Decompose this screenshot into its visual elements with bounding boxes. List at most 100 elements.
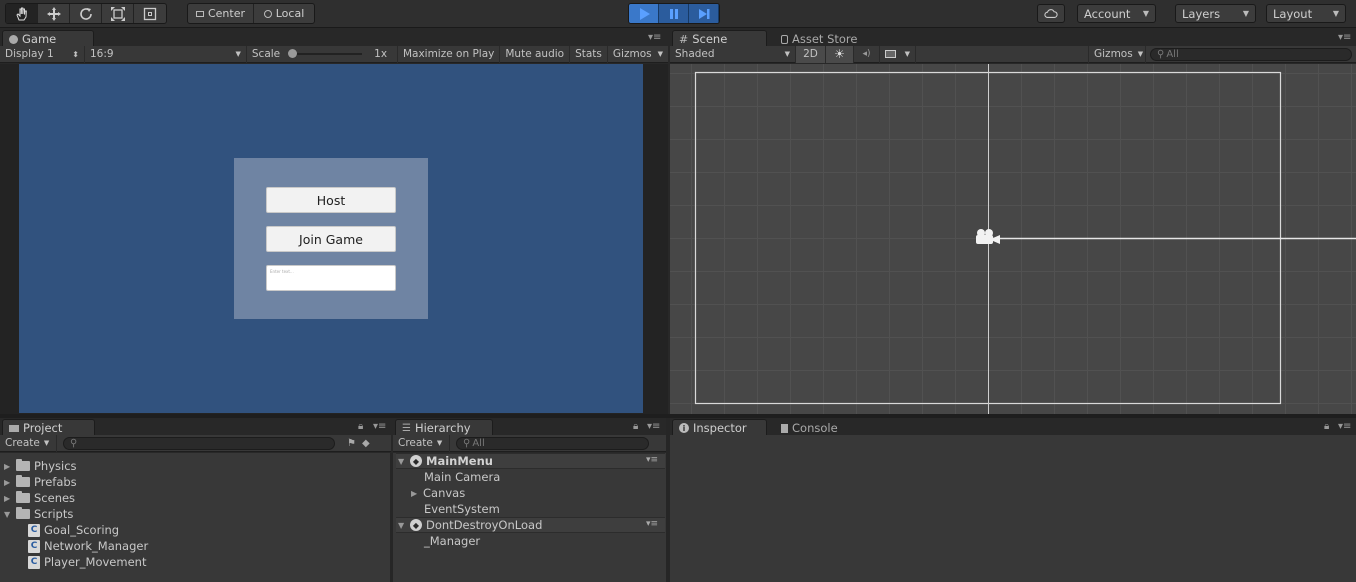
- step-button[interactable]: [689, 4, 719, 23]
- unity-scene-icon: ◆: [410, 519, 422, 531]
- tab-project[interactable]: Project: [2, 419, 95, 436]
- aspect-dropdown[interactable]: 16:9 ▼: [85, 45, 247, 63]
- project-create-dropdown[interactable]: Create ▼: [0, 434, 57, 452]
- project-script-item[interactable]: C Player_Movement: [28, 554, 146, 570]
- pane-menu-icon[interactable]: ▾≡: [373, 421, 386, 432]
- csharp-script-icon: C: [28, 539, 40, 553]
- shading-dropdown[interactable]: Shaded ▼: [670, 45, 796, 63]
- maximize-on-play-toggle[interactable]: Maximize on Play: [398, 45, 501, 63]
- hierarchy-scene-mainmenu[interactable]: ▼ ◆ MainMenu: [398, 453, 493, 469]
- pane-menu-icon[interactable]: ▾≡: [648, 32, 661, 43]
- lock-icon[interactable]: 🔒︎: [633, 421, 638, 432]
- hierarchy-search-placeholder: All: [472, 437, 485, 449]
- camera-gizmo-icon[interactable]: [976, 229, 1000, 244]
- expand-triangle-icon[interactable]: ▼: [398, 457, 406, 466]
- project-folder-item[interactable]: ▼ Scripts: [4, 506, 73, 522]
- display-label: Display 1: [5, 48, 54, 60]
- scene-search-input[interactable]: ⚲ All: [1150, 47, 1352, 61]
- play-button[interactable]: [629, 4, 659, 23]
- account-dropdown[interactable]: Account ▼: [1077, 4, 1156, 23]
- lock-icon[interactable]: 🔒︎: [1324, 421, 1329, 432]
- scene-menu-icon[interactable]: ▾≡: [646, 455, 658, 465]
- project-search-input[interactable]: ⚲: [63, 436, 335, 450]
- scene-name: DontDestroyOnLoad: [426, 518, 543, 532]
- collab-cloud-button[interactable]: [1037, 4, 1065, 23]
- lock-icon[interactable]: 🔒︎: [358, 421, 363, 432]
- project-folder-item[interactable]: ▶ Scenes: [4, 490, 75, 506]
- tab-hierarchy[interactable]: ☰ Hierarchy: [395, 419, 493, 436]
- inspector-body: [670, 435, 1356, 582]
- project-item-label: Player_Movement: [44, 555, 147, 569]
- filter-type-icon[interactable]: ⚑: [347, 438, 356, 449]
- expand-triangle-icon[interactable]: ▶: [411, 489, 419, 498]
- expand-triangle-icon[interactable]: ▼: [398, 521, 406, 530]
- pivot-local-button[interactable]: Local: [254, 4, 314, 23]
- csharp-script-icon: C: [28, 555, 40, 569]
- project-folder-item[interactable]: ▶ Prefabs: [4, 474, 77, 490]
- display-dropdown[interactable]: Display 1 ⬍: [0, 45, 85, 63]
- effects-dropdown[interactable]: ▼: [880, 45, 916, 63]
- hierarchy-item[interactable]: ▶ Canvas: [411, 485, 465, 501]
- scene-gizmos-dropdown[interactable]: Gizmos ▼: [1088, 45, 1146, 63]
- slider-thumb[interactable]: [288, 49, 298, 58]
- layers-dropdown[interactable]: Layers ▼: [1175, 4, 1256, 23]
- csharp-script-icon: C: [28, 523, 40, 537]
- expand-triangle-icon[interactable]: ▶: [4, 462, 12, 471]
- scene-view[interactable]: [670, 64, 1356, 414]
- tab-hierarchy-label: Hierarchy: [414, 421, 471, 435]
- rotate-tool-button[interactable]: [70, 4, 102, 23]
- gizmos-label: Gizmos: [612, 48, 652, 60]
- expand-triangle-icon[interactable]: ▼: [4, 510, 12, 519]
- hand-tool-button[interactable]: [6, 4, 38, 23]
- scene-view-toolbar: Shaded ▼ 2D ☀ ◂) ▼ Gizmos ▼ ⚲ All: [670, 45, 1356, 63]
- hierarchy-create-dropdown[interactable]: Create ▼: [393, 434, 450, 452]
- scale-tool-button[interactable]: [102, 4, 134, 23]
- scene-grid: [670, 64, 1356, 414]
- lighting-toggle[interactable]: ☀: [826, 45, 854, 63]
- game-controller-icon: [9, 34, 18, 44]
- layout-label: Layout: [1273, 6, 1313, 21]
- pane-menu-icon[interactable]: ▾≡: [647, 421, 660, 432]
- pane-menu-icon[interactable]: ▾≡: [1338, 421, 1351, 432]
- address-input[interactable]: Enter text...: [266, 265, 396, 291]
- pivot-center-button[interactable]: Center: [188, 4, 254, 23]
- hierarchy-item-label: _Manager: [424, 534, 481, 548]
- project-script-item[interactable]: C Goal_Scoring: [28, 522, 119, 538]
- rect-tool-button[interactable]: [134, 4, 166, 23]
- project-toolbar: Create ▼ ⚲ ⚑ ◆: [0, 434, 391, 452]
- hierarchy-item[interactable]: EventSystem: [424, 501, 500, 517]
- move-tool-button[interactable]: [38, 4, 70, 23]
- project-script-item[interactable]: C Network_Manager: [28, 538, 148, 554]
- project-item-label: Goal_Scoring: [44, 523, 120, 537]
- hierarchy-item[interactable]: Main Camera: [424, 469, 500, 485]
- unity-scene-icon: ◆: [410, 455, 422, 467]
- audio-toggle[interactable]: ◂): [854, 45, 880, 63]
- mute-audio-toggle[interactable]: Mute audio: [500, 45, 571, 63]
- shading-label: Shaded: [675, 48, 715, 60]
- expand-triangle-icon[interactable]: ▶: [4, 478, 12, 487]
- join-game-button[interactable]: Join Game: [266, 226, 396, 252]
- hierarchy-scene-dontdestroy[interactable]: ▼ ◆ DontDestroyOnLoad: [398, 517, 542, 533]
- label-tag-icon[interactable]: ◆: [362, 438, 370, 449]
- tab-game[interactable]: Game: [2, 30, 94, 47]
- folder-icon: [16, 507, 30, 519]
- stats-toggle[interactable]: Stats: [570, 45, 608, 63]
- layout-dropdown[interactable]: Layout ▼: [1266, 4, 1346, 23]
- expand-triangle-icon[interactable]: ▶: [4, 494, 12, 503]
- project-folder-item[interactable]: ▶ Physics: [4, 458, 77, 474]
- scale-slider[interactable]: [288, 49, 363, 58]
- 2d-toggle[interactable]: 2D: [796, 45, 826, 63]
- game-gizmos-toggle[interactable]: Gizmos ▼: [608, 46, 668, 63]
- hierarchy-item[interactable]: _Manager: [424, 533, 480, 549]
- pause-button[interactable]: [659, 4, 689, 23]
- scene-menu-icon[interactable]: ▾≡: [646, 519, 658, 529]
- scene-tabbar: # Scene Asset Store ▾≡: [670, 29, 1356, 47]
- tab-inspector[interactable]: i Inspector: [672, 419, 767, 436]
- tab-console[interactable]: Console: [774, 419, 850, 436]
- hierarchy-search-input[interactable]: ⚲ All: [456, 436, 649, 450]
- tab-asset-store[interactable]: Asset Store: [774, 30, 870, 47]
- stats-label: Stats: [575, 48, 602, 60]
- tab-scene[interactable]: # Scene: [672, 30, 767, 47]
- pane-menu-icon[interactable]: ▾≡: [1338, 32, 1351, 43]
- host-button[interactable]: Host: [266, 187, 396, 213]
